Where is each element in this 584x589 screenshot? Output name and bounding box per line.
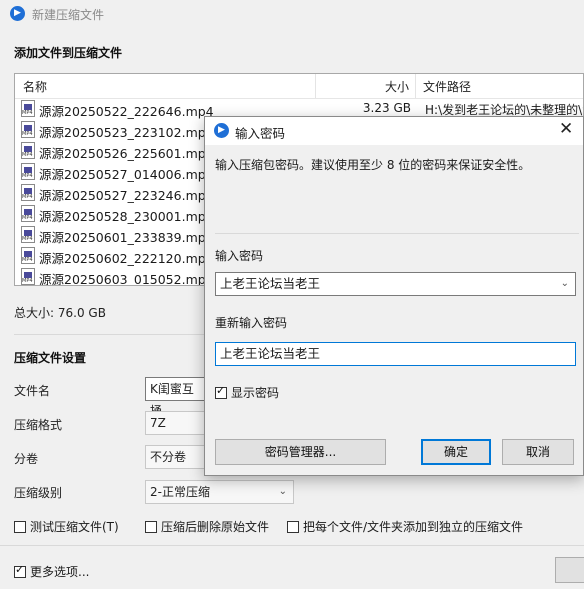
column-size-header[interactable]: 大小 <box>385 78 409 95</box>
dialog-title: 输入密码 <box>235 126 286 141</box>
test-archive-label: 测试压缩文件(T) <box>30 520 119 534</box>
settings-heading: 压缩文件设置 <box>14 351 87 365</box>
more-options-checkbox[interactable] <box>14 563 26 578</box>
window-title: 新建压缩文件 <box>32 8 105 22</box>
file-name: 源源20250603_015052.mp4 <box>39 272 214 286</box>
close-icon[interactable]: ✕ <box>559 119 573 139</box>
add-files-heading: 添加文件到压缩文件 <box>14 46 123 60</box>
dialog-titlebar: ▶ 输入密码 ✕ <box>205 117 583 145</box>
file-name: 源源20250526_225601.mp4 <box>39 146 214 161</box>
separate-archives-checkbox[interactable] <box>287 520 299 533</box>
separate-archives-label: 把每个文件/文件夹添加到独立的压缩文件 <box>303 520 524 534</box>
separate-archives-option[interactable]: 把每个文件/文件夹添加到独立的压缩文件 <box>287 518 523 535</box>
video-file-icon <box>21 184 35 201</box>
video-file-icon <box>21 121 35 138</box>
video-file-icon <box>21 163 35 180</box>
video-file-icon <box>21 247 35 264</box>
divider <box>215 233 579 234</box>
video-file-icon <box>21 205 35 222</box>
ok-button-partial[interactable] <box>555 557 584 583</box>
filename-label: 文件名 <box>14 384 51 398</box>
video-file-icon <box>21 268 35 285</box>
show-password-label: 显示密码 <box>231 386 280 400</box>
delete-original-option[interactable]: 压缩后删除原始文件 <box>145 518 269 535</box>
chevron-down-icon: ⌄ <box>278 486 287 497</box>
volume-label: 分卷 <box>14 452 39 466</box>
file-name: 源源20250602_222120.mp4 <box>39 251 214 266</box>
chevron-down-icon[interactable]: ⌄ <box>561 273 569 295</box>
more-options-option[interactable]: 更多选项... <box>14 563 89 580</box>
test-archive-option[interactable]: 测试压缩文件(T) <box>14 518 119 535</box>
password-label: 输入密码 <box>215 249 264 263</box>
file-size: 3.23 GB <box>362 101 411 115</box>
format-select[interactable]: 7Z <box>145 411 205 435</box>
app-logo-icon: ▶ <box>10 6 25 21</box>
format-label: 压缩格式 <box>14 418 63 432</box>
level-value: 2-正常压缩 <box>150 485 210 499</box>
confirm-password-input[interactable]: 上老王论坛当老王 <box>215 342 576 366</box>
file-list-header: 名称 大小 文件路径 <box>15 74 583 99</box>
show-password-option[interactable]: 显示密码 <box>215 384 279 401</box>
password-value: 上老王论坛当老王 <box>220 276 321 291</box>
more-options-label: 更多选项... <box>30 565 90 579</box>
password-dialog: ▶ 输入密码 ✕ 输入压缩包密码。建议使用至少 8 位的密码来保证安全性。 输入… <box>204 116 584 476</box>
password-input[interactable]: 上老王论坛当老王 ⌄ <box>215 272 576 296</box>
delete-original-checkbox[interactable] <box>145 520 157 533</box>
file-name: 源源20250522_222646.mp4 <box>39 104 214 119</box>
divider <box>14 334 204 335</box>
file-name: 源源20250601_233839.mp4 <box>39 230 214 245</box>
level-label: 压缩级别 <box>14 486 63 500</box>
file-name: 源源20250528_230001.mp4 <box>39 209 214 224</box>
ok-button[interactable]: 确定 <box>421 439 491 465</box>
video-file-icon <box>21 226 35 243</box>
video-file-icon <box>21 100 35 117</box>
show-password-checkbox[interactable] <box>215 384 227 399</box>
window-titlebar: ▶ 新建压缩文件 <box>0 0 584 28</box>
divider <box>0 545 584 546</box>
file-name: 源源20250523_223102.mp4 <box>39 125 214 140</box>
delete-original-label: 压缩后删除原始文件 <box>161 520 270 534</box>
video-file-icon <box>21 142 35 159</box>
total-size-text: 总大小: 76.0 GB <box>14 306 106 320</box>
level-select[interactable]: 2-正常压缩 ⌄ <box>145 480 294 504</box>
column-path-header[interactable]: 文件路径 <box>423 78 471 95</box>
app-logo-icon: ▶ <box>214 123 229 138</box>
volume-select[interactable]: 不分卷 <box>145 445 205 469</box>
file-name: 源源20250527_223246.mp4 <box>39 188 214 203</box>
cancel-button[interactable]: 取消 <box>502 439 574 465</box>
column-name-header[interactable]: 名称 <box>23 78 47 95</box>
dialog-description: 输入压缩包密码。建议使用至少 8 位的密码来保证安全性。 <box>215 158 531 172</box>
confirm-password-label: 重新输入密码 <box>215 316 288 330</box>
test-archive-checkbox[interactable] <box>14 520 26 533</box>
file-name: 源源20250527_014006.mp4 <box>39 167 214 182</box>
password-manager-button[interactable]: 密码管理器... <box>215 439 386 465</box>
filename-input[interactable]: K闺蜜互捅 <box>145 377 205 418</box>
